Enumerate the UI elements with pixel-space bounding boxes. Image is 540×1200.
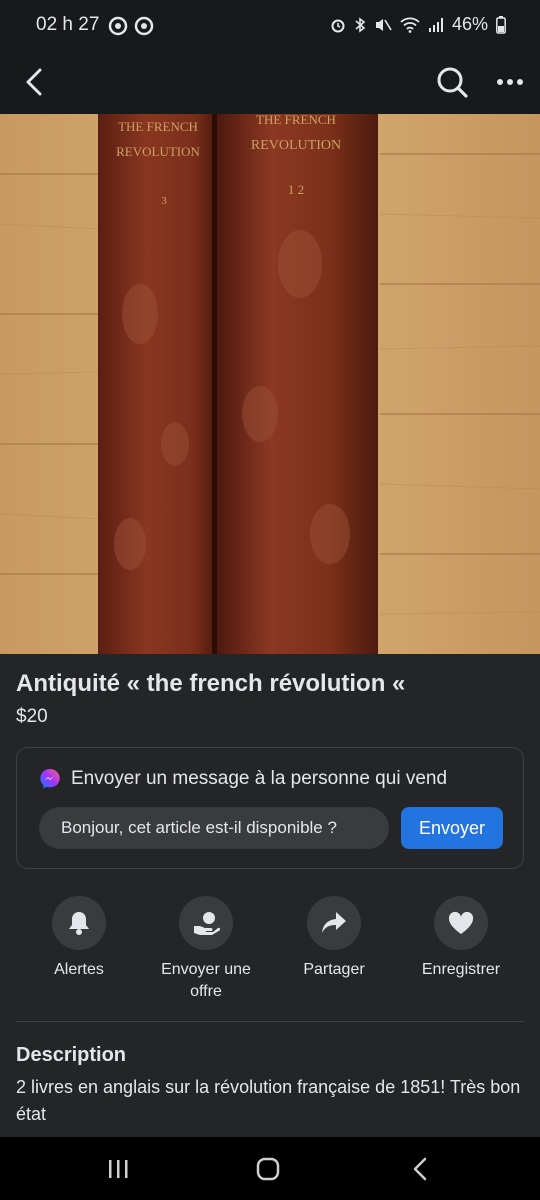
- status-time: 02 h 27: [36, 14, 100, 35]
- battery-icon: [496, 15, 506, 34]
- system-back-button[interactable]: [390, 1149, 450, 1189]
- divider: [16, 1021, 524, 1022]
- battery-percent: 46%: [451, 14, 488, 34]
- search-button[interactable]: [430, 60, 474, 104]
- home-button[interactable]: [238, 1149, 298, 1189]
- message-seller-card: Envoyer un message à la personne qui ven…: [16, 747, 524, 869]
- chevron-left-icon: [26, 68, 42, 96]
- book-left-volume: 3: [161, 195, 167, 207]
- description-text: 2 livres en anglais sur la révolution fr…: [16, 1077, 521, 1124]
- alerts-button[interactable]: [52, 896, 106, 950]
- book-right-volume: 1 2: [288, 182, 304, 197]
- offer-label: Envoyer une offre: [161, 961, 251, 1000]
- more-options-button[interactable]: [488, 60, 532, 104]
- offer-button[interactable]: [179, 896, 233, 950]
- messenger-icon: [40, 769, 60, 789]
- listing-price: $20: [16, 706, 48, 727]
- app-notification-icon: [134, 16, 154, 36]
- share-label: Partager: [303, 961, 365, 978]
- listing-title: Antiquité « the french révolution «: [16, 670, 406, 697]
- heart-icon: [448, 911, 474, 934]
- top-bar: [0, 52, 540, 114]
- book-right-title-line1: THE FRENCH: [256, 114, 336, 127]
- listing-photo[interactable]: THE FRENCH REVOLUTION 3 THE FRENCH REVOL…: [0, 114, 540, 654]
- share-action[interactable]: Partager: [272, 896, 396, 981]
- books-photo: THE FRENCH REVOLUTION 3 THE FRENCH REVOL…: [0, 114, 540, 654]
- offer-action[interactable]: Envoyer une offre: [144, 896, 268, 1003]
- more-dots-icon: [497, 79, 523, 85]
- send-button[interactable]: Envoyer: [401, 807, 503, 849]
- status-right: 46%: [330, 14, 506, 35]
- recent-apps-icon: [109, 1160, 128, 1178]
- bell-icon: [69, 912, 89, 935]
- back-button[interactable]: [16, 62, 52, 102]
- system-nav-bar: [0, 1137, 540, 1200]
- book-left-title-line2: REVOLUTION: [116, 144, 200, 159]
- signal-icon: [428, 17, 443, 32]
- message-header: Envoyer un message à la personne qui ven…: [39, 768, 447, 790]
- mute-icon: [375, 18, 392, 31]
- description-heading: Description: [16, 1044, 127, 1066]
- status-notification-icons: [108, 16, 154, 36]
- alerts-label: Alertes: [54, 961, 104, 978]
- alarm-icon: [331, 19, 345, 32]
- bluetooth-icon: [355, 16, 366, 33]
- share-button[interactable]: [307, 896, 361, 950]
- save-label: Enregistrer: [421, 961, 501, 978]
- book-left-title-line1: THE FRENCH: [118, 119, 198, 134]
- alerts-action[interactable]: Alertes: [17, 896, 141, 981]
- message-input[interactable]: Bonjour, cet article est-il disponible ?: [39, 807, 389, 849]
- message-header-text: Envoyer un message à la personne qui ven…: [71, 768, 448, 789]
- wifi-icon: [400, 17, 420, 33]
- save-action[interactable]: Enregistrer: [399, 896, 523, 981]
- home-icon: [256, 1157, 280, 1181]
- search-icon: [437, 67, 468, 98]
- app-notification-icon: [108, 16, 128, 36]
- recent-apps-button[interactable]: [88, 1149, 148, 1189]
- share-icon: [322, 912, 346, 933]
- status-bar: 02 h 27 46%: [0, 0, 540, 52]
- book-right-title-line2: REVOLUTION: [251, 138, 341, 153]
- save-button[interactable]: [434, 896, 488, 950]
- offer-icon: [194, 912, 220, 935]
- back-arrow-icon: [413, 1157, 427, 1181]
